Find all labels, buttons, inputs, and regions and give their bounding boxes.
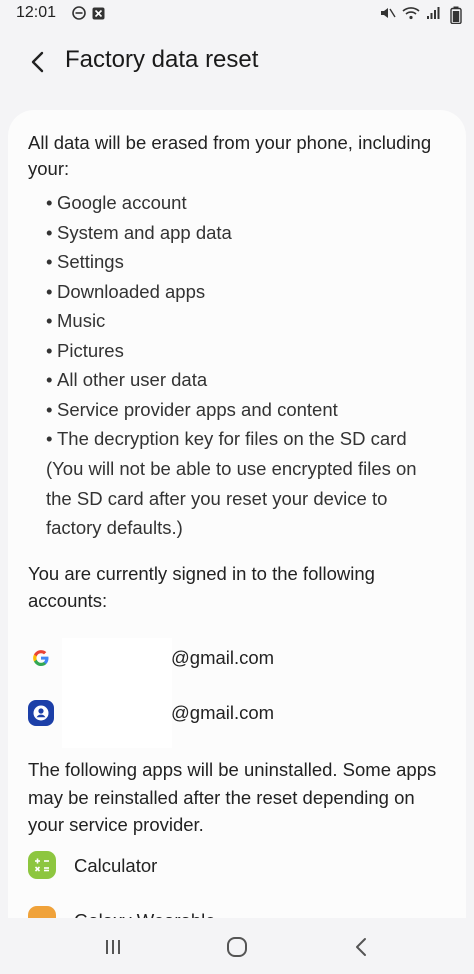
app-name: Galaxy Wearable <box>74 910 216 918</box>
recent-apps-button[interactable] <box>98 932 128 962</box>
nav-back-button[interactable] <box>346 932 376 962</box>
calculator-icon <box>28 851 56 879</box>
wifi-icon <box>402 6 420 25</box>
signal-icon <box>426 6 440 25</box>
list-item: • Downloaded apps <box>46 280 206 302</box>
app-row: Calculator <box>28 851 448 885</box>
notification-icon <box>92 7 105 25</box>
list-item: • The decryption key for files on the SD … <box>46 428 407 449</box>
battery-icon <box>450 6 462 29</box>
samsung-account-icon <box>28 700 54 726</box>
chevron-left-icon <box>31 51 44 73</box>
list-item: • Service provider apps and content <box>46 398 338 420</box>
intro-text: All data will be erased from your phone,… <box>28 132 432 179</box>
app-row: Galaxy Wearable <box>28 906 448 918</box>
apps-intro: The following apps will be uninstalled. … <box>28 759 437 835</box>
status-left-icons <box>72 6 105 25</box>
account-email: @gmail.com <box>171 702 275 723</box>
recent-apps-icon <box>106 940 120 954</box>
list-item: • Google account <box>46 192 187 213</box>
status-time: 12:01 <box>16 4 57 21</box>
app-bar: Factory data reset <box>0 36 474 88</box>
home-icon <box>227 937 247 957</box>
back-icon <box>356 938 366 956</box>
home-button[interactable] <box>222 932 252 962</box>
galaxy-wearable-icon <box>28 906 56 918</box>
account-email: @gmail.com <box>171 647 275 668</box>
page-title: Factory data reset <box>65 46 259 73</box>
do-not-disturb-icon <box>72 6 86 25</box>
erased-data-list: • Google account • System and app data • Se… <box>46 188 446 454</box>
account-row: @gmail.com <box>28 696 448 730</box>
account-row: @gmail.com <box>28 641 448 675</box>
list-item: • Settings <box>46 251 124 272</box>
sd-card-note: (You will not be able to use encrypted f… <box>46 458 417 538</box>
status-right-icons <box>380 6 440 25</box>
status-bar: 12:01 <box>0 0 474 30</box>
back-button[interactable] <box>22 46 54 78</box>
google-icon <box>28 645 54 671</box>
mute-icon <box>380 6 396 25</box>
list-item: • System and app data <box>46 221 232 243</box>
navigation-bar <box>0 918 474 974</box>
accounts-intro: You are currently signed in to the follo… <box>28 563 375 611</box>
content-card: All data will be erased from your phone,… <box>8 110 466 918</box>
list-item: • Pictures <box>46 339 124 361</box>
app-name: Calculator <box>74 855 158 876</box>
list-item: • Music <box>46 310 106 331</box>
list-item: • All other user data <box>46 369 208 390</box>
